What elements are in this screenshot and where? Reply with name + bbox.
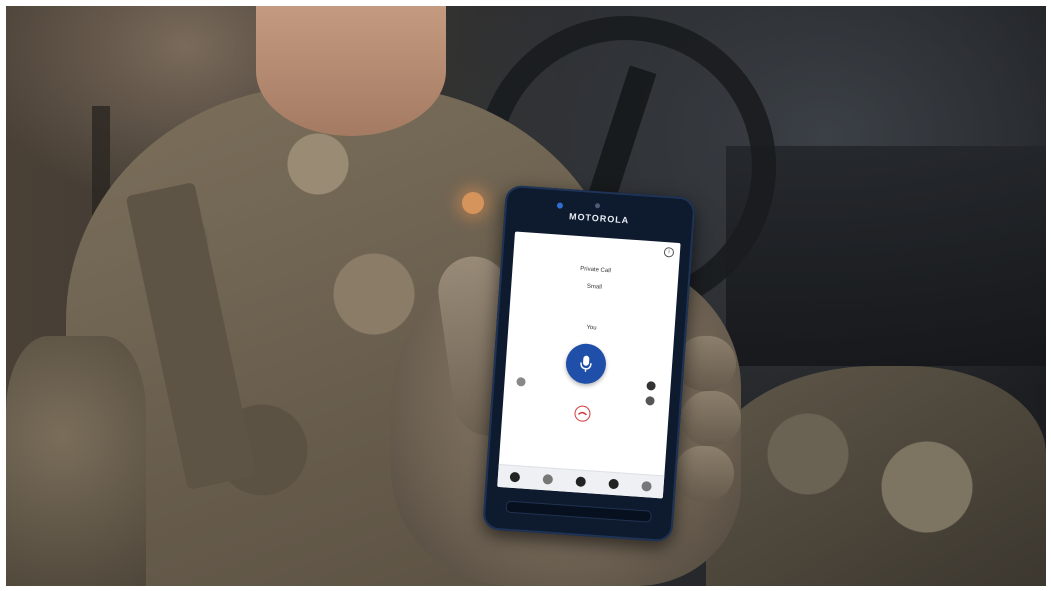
speaker-label: You [586, 324, 597, 332]
nav-ptt-icon[interactable] [575, 476, 587, 488]
nav-messages-icon[interactable] [608, 478, 620, 490]
device-screen: i Private Call Small You [497, 231, 681, 499]
soldier-knee [706, 366, 1046, 586]
left-option-icon[interactable] [516, 377, 526, 387]
microphone-icon [580, 355, 592, 372]
radio-light [462, 192, 484, 214]
end-call-button[interactable] [573, 405, 592, 423]
photo-frame: MOTOROLA i Private Call Small You [6, 6, 1046, 586]
handheld-device: MOTOROLA i Private Call Small You [482, 184, 696, 543]
speaker-icon[interactable] [645, 396, 655, 406]
glove-finger [674, 446, 734, 501]
push-to-talk-button[interactable] [564, 342, 608, 386]
caller-name: Small [586, 283, 603, 291]
glove-finger [681, 391, 741, 446]
volume-icon[interactable] [646, 381, 656, 391]
soldier-neck [256, 6, 446, 136]
foreground-shoulder [6, 336, 146, 586]
nav-calls-icon[interactable] [509, 471, 520, 483]
call-type-label: Private Call [580, 266, 612, 275]
hang-up-icon [577, 411, 587, 416]
nav-more-icon[interactable] [641, 481, 653, 492]
info-icon[interactable]: i [663, 246, 675, 258]
nav-contacts-icon[interactable] [542, 474, 553, 485]
